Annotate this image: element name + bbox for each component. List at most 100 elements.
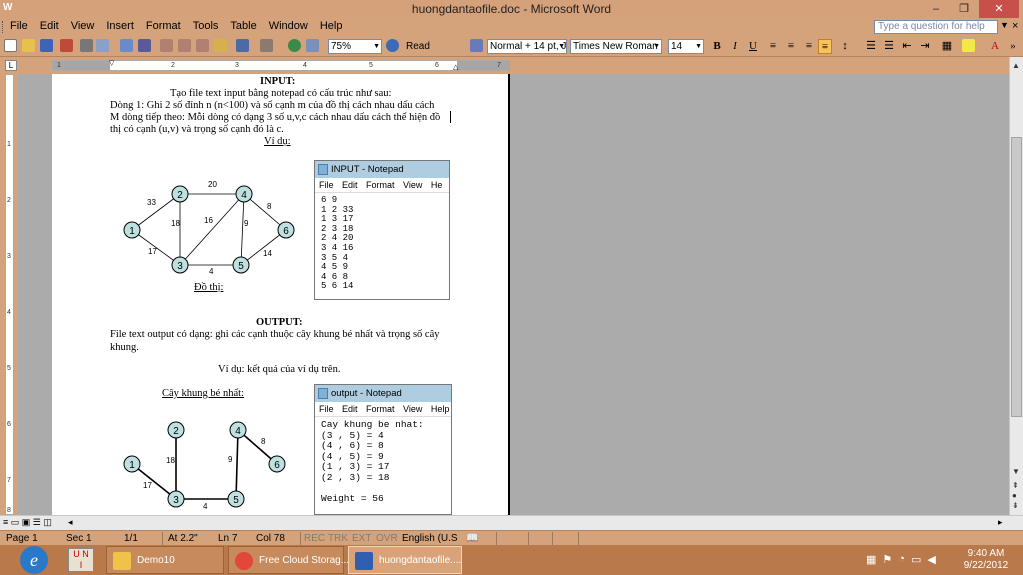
save-icon[interactable]: [40, 39, 53, 52]
edge-weight-label: 14: [263, 249, 272, 258]
folder-icon: [113, 552, 131, 570]
line-spacing-icon[interactable]: ↕: [838, 39, 852, 54]
menu-tools[interactable]: Tools: [193, 20, 219, 32]
document-close-button[interactable]: ×: [1012, 20, 1018, 32]
select-browse-object-icon[interactable]: ●: [1012, 491, 1017, 500]
toolbar-options-icon[interactable]: »: [1006, 39, 1020, 54]
vertical-scrollbar[interactable]: ▲ ▼ ⇞ ● ⇟: [1009, 57, 1023, 515]
menu-file[interactable]: File: [10, 20, 28, 32]
input-notepad-window: INPUT - Notepad File Edit Format View He…: [314, 160, 450, 300]
taskbar-app-chrome[interactable]: Free Cloud Storag...: [228, 546, 349, 574]
highlight-icon[interactable]: [962, 39, 975, 52]
menu-grip[interactable]: [2, 21, 5, 33]
scroll-right-icon[interactable]: ▸: [998, 517, 1003, 528]
increase-indent-icon[interactable]: ⇥: [918, 39, 932, 54]
next-page-icon[interactable]: ⇟: [1012, 501, 1019, 510]
title-bar: W huongdantaofile.doc - Microsoft Word –…: [0, 0, 1023, 18]
status-ovr[interactable]: OVR: [376, 533, 398, 544]
align-right-icon[interactable]: ≡: [802, 39, 816, 54]
scroll-thumb[interactable]: [1011, 137, 1022, 417]
redo-icon[interactable]: [260, 39, 273, 52]
borders-icon[interactable]: ▦: [940, 39, 954, 54]
document-area[interactable]: INPUT: Tạo file text input bằng notepad …: [18, 74, 1009, 515]
menu-format[interactable]: Format: [146, 20, 181, 32]
permission-icon[interactable]: [60, 39, 73, 52]
bold-button[interactable]: B: [710, 39, 724, 54]
status-rec[interactable]: REC: [304, 533, 325, 544]
research-icon[interactable]: [138, 39, 151, 52]
status-language[interactable]: English (U.S: [402, 533, 458, 544]
vertical-ruler: 1 2 3 4 5 6 7 8: [0, 74, 18, 515]
clock-date: 9/22/2012: [963, 560, 1009, 571]
graph-node-label: 3: [177, 261, 183, 272]
clock[interactable]: 9:40 AM 9/22/2012: [962, 548, 1010, 572]
read-button[interactable]: Read: [406, 39, 430, 54]
menu-window[interactable]: Window: [269, 20, 308, 32]
scroll-left-icon[interactable]: ◂: [68, 517, 73, 528]
view-buttons[interactable]: ≡ ▭ ▣ ☰ ◫: [3, 517, 52, 528]
align-center-icon[interactable]: ≡: [784, 39, 798, 54]
tab-selector[interactable]: L: [5, 60, 17, 71]
unikey-icon[interactable]: U NI: [68, 548, 94, 572]
styles-icon[interactable]: [470, 39, 483, 52]
format-painter-icon[interactable]: [214, 39, 227, 52]
right-indent-marker[interactable]: △: [453, 63, 458, 71]
copy-icon[interactable]: [178, 39, 191, 52]
minimize-button[interactable]: –: [923, 0, 949, 18]
spelling-icon[interactable]: [120, 39, 133, 52]
style-select[interactable]: Normal + 14 pt, J ▼: [487, 39, 567, 54]
menu-table[interactable]: Table: [230, 20, 256, 32]
underline-button[interactable]: U: [746, 39, 760, 54]
ruler-label: 3: [235, 62, 239, 69]
zoom-select[interactable]: 75% ▼: [328, 39, 382, 54]
flag-tray-icon[interactable]: ⚑: [882, 553, 892, 566]
align-left-icon[interactable]: ≡: [766, 39, 780, 54]
justify-icon[interactable]: ≡: [818, 39, 832, 54]
help-icon[interactable]: [386, 39, 399, 52]
print-icon[interactable]: [80, 39, 93, 52]
menu-insert[interactable]: Insert: [106, 20, 134, 32]
bullets-icon[interactable]: ☰: [882, 39, 896, 54]
wifi-tray-icon[interactable]: ◔: [898, 553, 905, 566]
taskbar-app-word[interactable]: huongdantaofile....: [348, 546, 462, 574]
hyperlink-icon[interactable]: [288, 39, 301, 52]
new-document-icon[interactable]: [4, 39, 17, 52]
restore-button[interactable]: ❐: [951, 0, 977, 18]
help-dropdown-icon[interactable]: ▼: [1000, 20, 1009, 30]
document-page[interactable]: INPUT: Tạo file text input bằng notepad …: [52, 74, 510, 515]
scroll-down-icon[interactable]: ▼: [1012, 467, 1020, 476]
print-preview-icon[interactable]: [96, 39, 109, 52]
font-select[interactable]: Times New Roman ▼: [570, 39, 662, 54]
tree-weight-label: 4: [203, 502, 208, 510]
internet-explorer-icon[interactable]: e: [20, 546, 48, 574]
italic-button[interactable]: I: [728, 39, 742, 54]
volume-tray-icon[interactable]: ◀: [927, 553, 935, 566]
horizontal-scrollbar[interactable]: ≡ ▭ ▣ ☰ ◫ ◂ ▸: [0, 515, 1023, 530]
spelling-status-icon[interactable]: 📖: [466, 533, 478, 544]
cut-icon[interactable]: [160, 39, 173, 52]
edge-weight-label: 17: [148, 247, 157, 256]
network-tray-icon[interactable]: ▦: [866, 553, 876, 566]
help-search-input[interactable]: Type a question for help: [874, 20, 998, 34]
decrease-indent-icon[interactable]: ⇤: [900, 39, 914, 54]
numbering-icon[interactable]: ☰: [864, 39, 878, 54]
table-icon[interactable]: [306, 39, 319, 52]
close-button[interactable]: ✕: [979, 0, 1019, 18]
font-color-icon[interactable]: A: [988, 39, 1002, 54]
open-folder-icon[interactable]: [22, 39, 35, 52]
scroll-up-icon[interactable]: ▲: [1012, 61, 1020, 70]
status-ext[interactable]: EXT: [352, 533, 371, 544]
taskbar-app-demo10[interactable]: Demo10: [106, 546, 224, 574]
previous-page-icon[interactable]: ⇞: [1012, 481, 1019, 490]
status-trk[interactable]: TRK: [328, 533, 348, 544]
menu-edit[interactable]: Edit: [40, 20, 59, 32]
horizontal-ruler[interactable]: 1 2 3 4 5 6 7 ▽ △: [52, 60, 510, 71]
notepad-line: Weight = 56: [321, 492, 384, 504]
display-tray-icon[interactable]: ▭: [911, 553, 921, 566]
menu-help[interactable]: Help: [320, 20, 343, 32]
undo-icon[interactable]: [236, 39, 249, 52]
menu-view[interactable]: View: [71, 20, 95, 32]
first-line-indent-marker[interactable]: ▽: [109, 59, 114, 67]
paste-icon[interactable]: [196, 39, 209, 52]
font-size-select[interactable]: 14 ▼: [668, 39, 704, 54]
